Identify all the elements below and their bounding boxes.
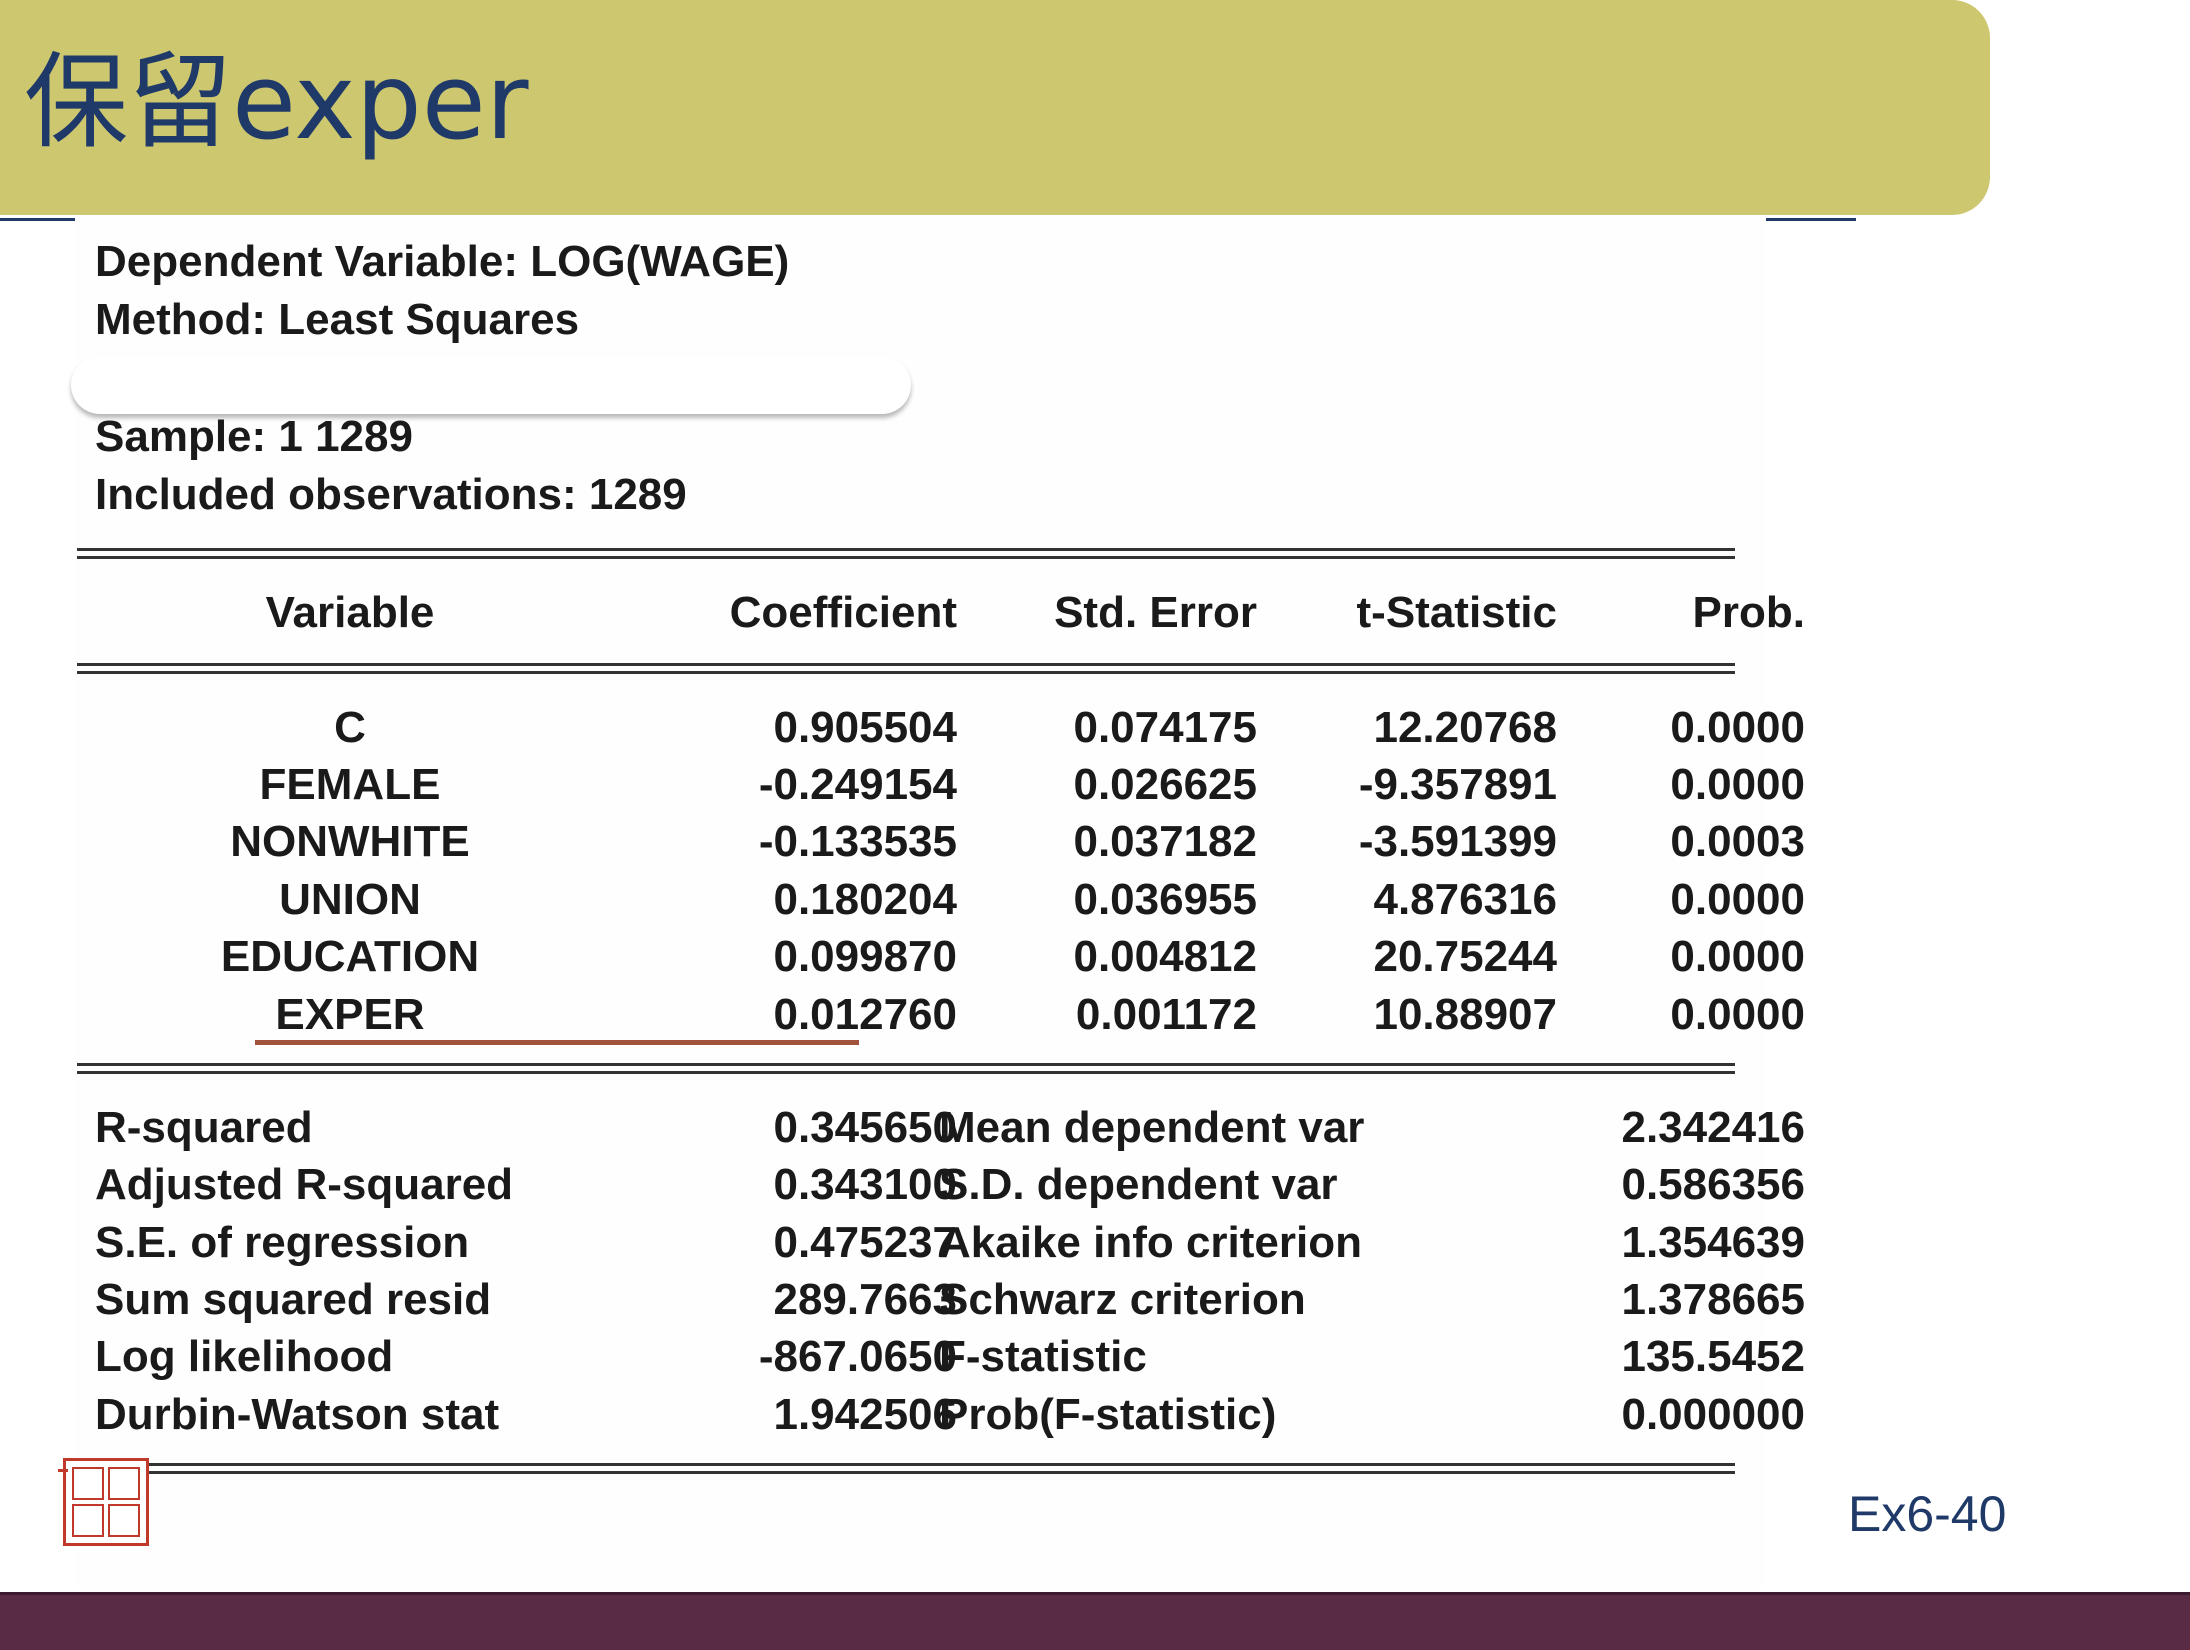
stat-value: 289.7663 [773,1275,957,1324]
prob-value: 0.0000 [1670,990,1805,1039]
stat-value: 135.5452 [1621,1332,1805,1381]
stat-label: Schwarz criterion [939,1275,1306,1324]
prob-value: 0.0000 [1670,875,1805,924]
std-error-value: 0.037182 [1073,817,1257,866]
stat-value: 0.475237 [773,1218,957,1267]
std-error-value: 0.001172 [1075,990,1257,1039]
stat-label: R-squared [95,1103,313,1152]
dependent-variable-line: Dependent Variable: LOG(WAGE) [95,237,790,286]
stat-value: 0.586356 [1621,1160,1805,1209]
exper-row-highlight-underline [255,1040,859,1045]
std-error-value: 0.036955 [1073,875,1257,924]
coefficients-bottom-rule [77,1063,1735,1074]
stat-value: 1.942506 [773,1390,957,1439]
stat-value: -867.0650 [758,1332,957,1381]
stat-label: Akaike info criterion [939,1218,1363,1267]
column-header-variable: Variable [265,588,435,637]
method-line: Method: Least Squares [95,295,580,344]
column-header-std-error: Std. Error [1054,588,1257,637]
table-bottom-rule [77,1463,1735,1474]
title-underline [0,218,75,221]
title-underline [1766,218,1856,221]
included-observations-line: Included observations: 1289 [95,470,687,519]
stat-value: 1.378665 [1621,1275,1805,1324]
sample-line: Sample: 1 1289 [95,412,413,461]
prob-value: 0.0000 [1670,932,1805,981]
red-seal-stamp-icon [58,1458,149,1546]
t-statistic-value: -3.591399 [1358,817,1557,866]
coefficient-value: 0.099870 [773,932,957,981]
header-rule [77,663,1735,674]
stat-value: 0.345650 [773,1103,957,1152]
stat-label: Durbin-Watson stat [95,1390,500,1439]
callout-bubble [71,356,911,414]
stat-label: S.E. of regression [95,1218,470,1267]
t-statistic-value: 20.75244 [1373,932,1557,981]
stat-label: Adjusted R-squared [95,1160,514,1209]
std-error-value: 0.074175 [1073,703,1257,752]
column-header-coefficient: Coefficient [729,588,957,637]
column-header-t-statistic: t-Statistic [1356,588,1557,637]
prob-value: 0.0003 [1670,817,1805,866]
stat-label: Log likelihood [95,1332,394,1381]
regression-output-panel: Dependent Variable: LOG(WAGE) Method: Le… [71,218,1805,1590]
stat-value: 1.354639 [1621,1218,1805,1267]
slide-page-number: Ex6-40 [1848,1486,2007,1542]
std-error-value: 0.004812 [1073,932,1257,981]
stat-label: S.D. dependent var [939,1160,1338,1209]
prob-value: 0.0000 [1670,760,1805,809]
stat-value: 0.343100 [773,1160,957,1209]
t-statistic-value: -9.357891 [1358,760,1557,809]
t-statistic-value: 10.88907 [1373,990,1557,1039]
footer-bar [0,1592,2190,1650]
variable-name: FEMALE [259,760,441,809]
stat-value: 2.342416 [1621,1103,1805,1152]
coefficient-value: -0.249154 [758,760,957,809]
stat-label: Sum squared resid [95,1275,492,1324]
slide-title: 保留exper [24,41,529,163]
column-header-prob: Prob. [1692,588,1805,637]
std-error-value: 0.026625 [1073,760,1257,809]
t-statistic-value: 4.876316 [1373,875,1557,924]
variable-name: NONWHITE [230,817,470,866]
coefficient-value: 0.905504 [773,703,957,752]
coefficient-value: 0.180204 [773,875,957,924]
variable-name: C [334,703,366,752]
variable-name: UNION [279,875,421,924]
stat-label: Mean dependent var [939,1103,1365,1152]
table-top-rule [77,548,1735,559]
variable-name: EDUCATION [220,932,480,981]
variable-name: EXPER [275,990,425,1039]
prob-value: 0.0000 [1670,703,1805,752]
t-statistic-value: 12.20768 [1373,703,1557,752]
coefficient-value: -0.133535 [758,817,957,866]
coefficient-value: 0.012760 [773,990,957,1039]
stat-label: F-statistic [939,1332,1147,1381]
title-bar: 保留exper [0,0,1990,215]
stat-label: Prob(F-statistic) [939,1390,1277,1439]
stat-value: 0.000000 [1621,1390,1805,1439]
